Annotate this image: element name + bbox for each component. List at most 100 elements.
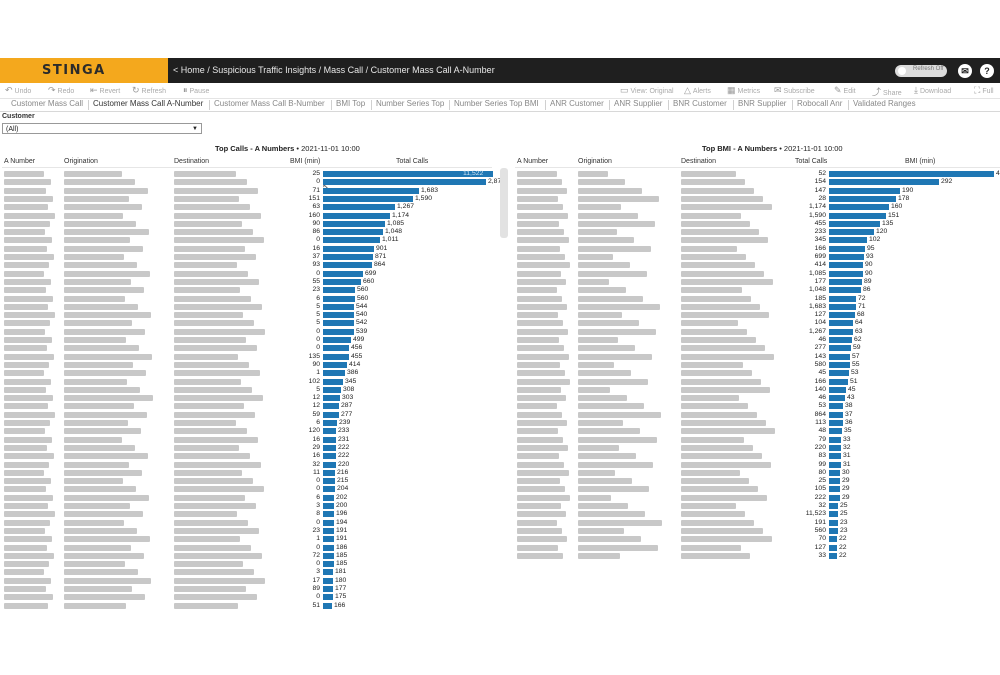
table-row[interactable]: 32 25 <box>0 502 1000 510</box>
right-col-a-number[interactable]: A Number <box>517 158 548 165</box>
toolbar-download-button[interactable]: ⤓ Download <box>914 85 951 96</box>
bmi-bar[interactable] <box>829 262 863 269</box>
table-row[interactable]: 1,683 71 <box>0 303 1000 311</box>
table-row[interactable]: 70 22 <box>0 535 1000 543</box>
table-row[interactable]: 222 29 <box>0 494 1000 502</box>
col-a-number[interactable]: A Number <box>4 158 35 165</box>
table-row[interactable]: 48 35 <box>0 427 1000 435</box>
table-row[interactable]: 277 59 <box>0 344 1000 352</box>
total-calls-bar[interactable] <box>323 577 333 584</box>
bmi-bar[interactable] <box>829 254 864 260</box>
table-row[interactable]: 46 43 <box>0 394 1000 402</box>
table-row[interactable]: 185 72 <box>0 295 1000 303</box>
bmi-bar[interactable] <box>829 171 994 177</box>
table-row[interactable]: 414 90 <box>0 261 1000 269</box>
table-row[interactable]: 104 64 <box>0 319 1000 327</box>
table-row[interactable]: 46 62 <box>0 336 1000 344</box>
bmi-bar[interactable] <box>829 187 900 194</box>
table-row[interactable]: 147 190 <box>0 187 1000 195</box>
table-row[interactable]: 560 23 <box>0 527 1000 535</box>
table-row[interactable]: 864 37 <box>0 411 1000 419</box>
breadcrumb[interactable]: < Home / Suspicious Traffic Insights / M… <box>173 65 495 75</box>
bmi-bar[interactable] <box>829 245 865 252</box>
table-row[interactable]: 1,267 63 <box>0 328 1000 336</box>
toolbar-full-button[interactable]: ⛶ Full <box>974 85 994 96</box>
toolbar-view-original-button[interactable]: ▭ View: Original <box>620 85 674 96</box>
total-calls-bar[interactable] <box>323 602 332 609</box>
table-row[interactable]: 1,174 160 <box>0 203 1000 211</box>
table-row[interactable]: 51 166 <box>0 602 495 610</box>
table-row[interactable]: 83 31 <box>0 452 1000 460</box>
customer-filter-select[interactable]: (All) ▼ <box>2 123 202 134</box>
bmi-bar[interactable] <box>829 337 852 343</box>
bmi-bar[interactable] <box>829 287 861 294</box>
bmi-bar[interactable] <box>829 511 838 518</box>
bmi-bar[interactable] <box>829 295 856 302</box>
table-row[interactable]: 143 57 <box>0 353 1000 361</box>
total-calls-bar[interactable] <box>323 561 334 568</box>
table-row[interactable]: 11,523 25 <box>0 510 1000 518</box>
bmi-bar[interactable] <box>829 312 855 319</box>
col-total-calls[interactable]: Total Calls <box>396 158 428 165</box>
table-row[interactable]: 1,590 151 <box>0 212 1000 220</box>
bmi-bar[interactable] <box>829 544 837 551</box>
table-row[interactable]: 105 29 <box>0 485 1000 493</box>
mail-icon[interactable]: ✉ <box>958 64 972 78</box>
bmi-bar[interactable] <box>829 229 874 236</box>
tab-customer-mass-call[interactable]: Customer Mass Call <box>8 99 86 108</box>
bmi-bar[interactable] <box>829 212 886 219</box>
bmi-bar[interactable] <box>829 444 841 451</box>
table-row[interactable]: 0 185 <box>0 560 495 568</box>
table-row[interactable]: 89 177 <box>0 585 495 593</box>
bmi-bar[interactable] <box>829 536 837 543</box>
bmi-bar[interactable] <box>829 494 840 501</box>
table-row[interactable]: 3 181 <box>0 568 495 576</box>
right-col-origination[interactable]: Origination <box>578 158 612 165</box>
toolbar-redo-button[interactable]: ↷ Redo <box>48 85 74 96</box>
table-row[interactable]: 127 22 <box>0 544 1000 552</box>
table-row[interactable]: 99 31 <box>0 461 1000 469</box>
bmi-bar[interactable] <box>829 519 838 526</box>
bmi-bar[interactable] <box>829 370 849 377</box>
toolbar-subscribe-button[interactable]: ✉ Subscribe <box>774 85 815 96</box>
toolbar-pause-button[interactable]: ⏸ Pause <box>183 85 209 96</box>
help-icon[interactable]: ? <box>980 64 994 78</box>
tab-anr-customer[interactable]: ANR Customer <box>547 99 607 108</box>
table-row[interactable]: 191 23 <box>0 519 1000 527</box>
col-destination[interactable]: Destination <box>174 158 209 165</box>
tab-anr-supplier[interactable]: ANR Supplier <box>611 99 665 108</box>
toolbar-metrics-button[interactable]: ▦ Metrics <box>727 85 760 96</box>
table-row[interactable]: 166 95 <box>0 245 1000 253</box>
total-calls-bar[interactable] <box>323 586 333 592</box>
bmi-bar[interactable] <box>829 328 853 335</box>
logo[interactable]: STINGA <box>0 58 168 83</box>
bmi-bar[interactable] <box>829 428 842 435</box>
total-calls-bar[interactable] <box>323 594 333 601</box>
table-row[interactable]: 580 55 <box>0 361 1000 369</box>
bmi-bar[interactable] <box>829 361 850 368</box>
bmi-bar[interactable] <box>829 303 856 310</box>
table-row[interactable]: 53 38 <box>0 402 1000 410</box>
toolbar-share-button[interactable]: ⤴ Share <box>872 85 902 98</box>
right-col-total-calls[interactable]: Total Calls <box>795 158 827 165</box>
bmi-bar[interactable] <box>829 469 840 476</box>
bmi-bar[interactable] <box>829 503 838 509</box>
table-row[interactable]: 699 93 <box>0 253 1000 261</box>
bmi-bar[interactable] <box>829 420 843 426</box>
table-row[interactable]: 140 45 <box>0 386 1000 394</box>
tab-robocall-anr[interactable]: Robocall Anr <box>794 99 845 108</box>
table-row[interactable]: 127 68 <box>0 311 1000 319</box>
bmi-bar[interactable] <box>829 220 880 227</box>
bmi-bar[interactable] <box>829 270 863 277</box>
toolbar-refresh-button[interactable]: ↻ Refresh <box>132 85 166 96</box>
tab-validated-ranges[interactable]: Validated Ranges <box>850 99 919 108</box>
tab-number-series-top-bmi[interactable]: Number Series Top BMI <box>451 99 542 108</box>
bmi-bar[interactable] <box>829 386 846 393</box>
toolbar-undo-button[interactable]: ↶ Undo <box>5 85 31 96</box>
bmi-bar[interactable] <box>829 320 853 327</box>
bmi-bar[interactable] <box>829 179 939 186</box>
bmi-bar[interactable] <box>829 436 841 443</box>
bmi-bar[interactable] <box>829 278 862 285</box>
bmi-bar[interactable] <box>829 453 841 460</box>
tab-customer-mass-call-a-number[interactable]: Customer Mass Call A-Number <box>90 99 206 108</box>
